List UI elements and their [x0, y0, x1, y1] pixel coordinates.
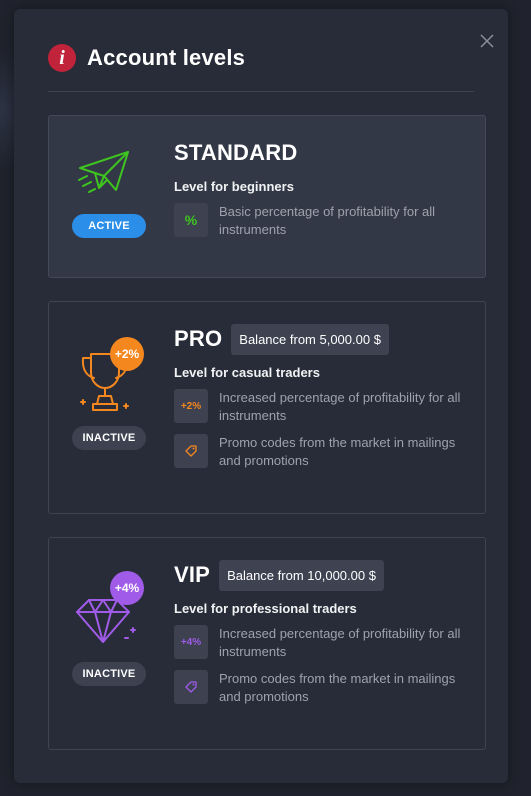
- level-card-vip: +4% INACTIVE VIP Balance from 10,000.00 …: [48, 537, 486, 750]
- balance-requirement: Balance from 5,000.00 $: [231, 323, 389, 355]
- level-info: VIP Balance from 10,000.00 $ Level for p…: [174, 559, 475, 706]
- bonus-badge: +2%: [110, 337, 144, 371]
- level-card-standard: ACTIVE STANDARD Level for beginners % Ba…: [48, 115, 486, 278]
- level-name: PRO: [174, 326, 223, 351]
- account-levels-modal: i Account levels ACTIVE STANDARD Level f…: [14, 9, 508, 783]
- feature-text: Promo codes from the market in mailings …: [219, 671, 456, 704]
- balance-requirement: Balance from 10,000.00 $: [219, 559, 384, 591]
- status-badge: INACTIVE: [72, 662, 146, 686]
- feature-item: +2% Increased percentage of profitabilit…: [174, 389, 475, 425]
- level-description: Level for professional traders: [174, 601, 357, 616]
- status-badge: INACTIVE: [72, 426, 146, 450]
- level-description: Level for beginners: [174, 179, 294, 194]
- modal-header: i Account levels: [48, 43, 245, 73]
- paper-plane-icon: [78, 151, 129, 193]
- level-description: Level for casual traders: [174, 365, 320, 380]
- level-card-pro: +2% INACTIVE PRO Balance from 5,000.00 $…: [48, 301, 486, 514]
- level-info: PRO Balance from 5,000.00 $ Level for ca…: [174, 323, 475, 470]
- modal-title: Account levels: [87, 45, 246, 70]
- info-icon: i: [48, 44, 76, 72]
- feature-text: Increased percentage of profitability fo…: [219, 626, 461, 659]
- profit-increase-icon: +2%: [174, 389, 208, 423]
- feature-item: +4% Increased percentage of profitabilit…: [174, 625, 475, 661]
- level-name: STANDARD: [174, 140, 298, 165]
- tag-icon: [174, 434, 208, 468]
- level-info: STANDARD Level for beginners % Basic per…: [174, 137, 475, 239]
- feature-item: Promo codes from the market in mailings …: [174, 434, 475, 470]
- percent-icon: %: [174, 203, 208, 237]
- bonus-badge: +4%: [110, 571, 144, 605]
- feature-item: Promo codes from the market in mailings …: [174, 670, 475, 706]
- header-divider: [48, 91, 474, 92]
- tag-icon: [174, 670, 208, 704]
- feature-text: Increased percentage of profitability fo…: [219, 390, 461, 423]
- feature-text: Basic percentage of profitability for al…: [219, 204, 436, 237]
- level-name: VIP: [174, 562, 211, 587]
- feature-item: % Basic percentage of profitability for …: [174, 203, 475, 239]
- close-icon[interactable]: [479, 33, 495, 49]
- status-badge: ACTIVE: [72, 214, 146, 238]
- profit-increase-icon: +4%: [174, 625, 208, 659]
- feature-text: Promo codes from the market in mailings …: [219, 435, 456, 468]
